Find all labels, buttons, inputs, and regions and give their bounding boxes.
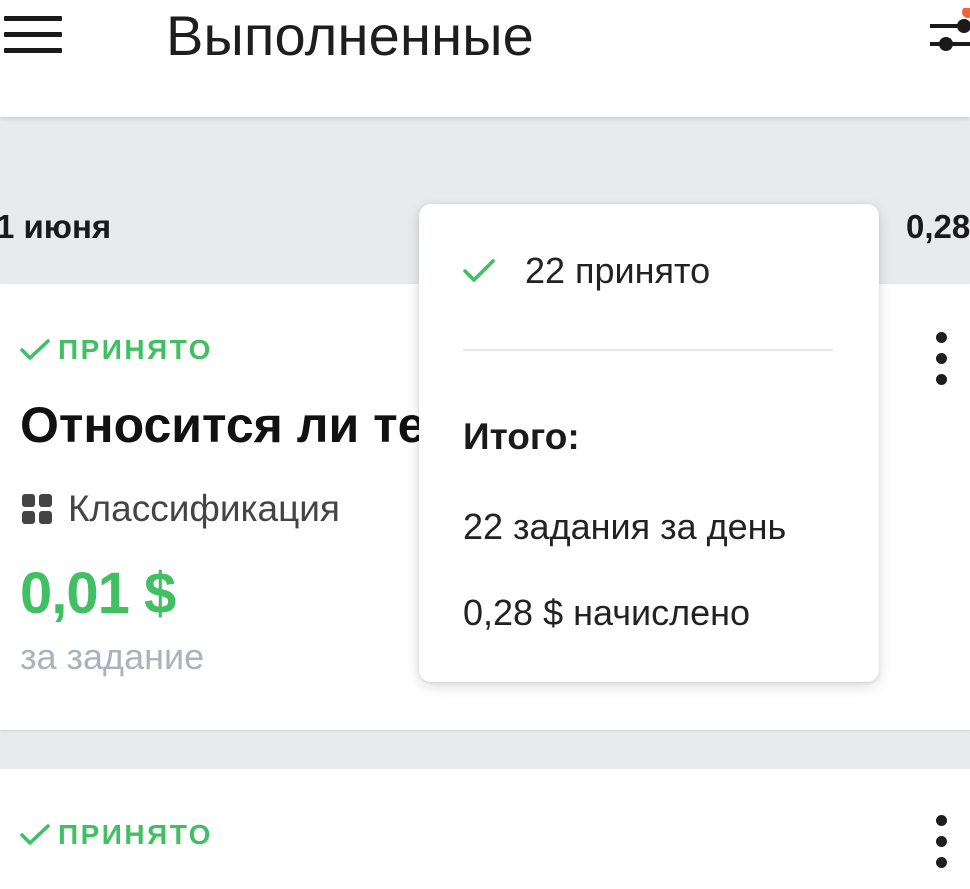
status-label: ПРИНЯТО <box>58 334 213 365</box>
day-stats-popover: 22 принято Итого: 22 задания за день 0,2… <box>419 204 879 682</box>
filter-icon[interactable] <box>928 8 970 58</box>
task-title: Относится ли те <box>20 397 426 453</box>
task-category: Классификация <box>22 488 340 530</box>
check-icon <box>20 339 50 360</box>
more-options-icon[interactable] <box>928 332 956 386</box>
status-badge: ПРИНЯТО <box>20 330 213 370</box>
category-label: Классификация <box>68 488 340 529</box>
divider <box>463 349 833 351</box>
filter-badge <box>962 8 970 18</box>
grid-icon <box>22 494 52 524</box>
day-earned-sum: 0,28 <box>906 208 970 245</box>
check-icon <box>463 259 495 282</box>
accepted-count-row: 22 принято <box>463 250 710 292</box>
page-title: Выполненные <box>166 4 535 67</box>
tasks-per-day: 22 задания за день <box>463 506 787 547</box>
task-card[interactable]: ПРИНЯТО <box>0 769 970 889</box>
price-unit: за задание <box>20 636 205 677</box>
status-label: ПРИНЯТО <box>58 819 213 850</box>
status-badge: ПРИНЯТО <box>20 815 213 855</box>
check-icon <box>20 824 50 845</box>
accepted-count: 22 принято <box>525 250 711 291</box>
more-options-icon[interactable] <box>928 815 956 869</box>
earned-amount: 0,28 $ начислено <box>463 592 750 633</box>
day-date: 1 июня <box>0 208 112 245</box>
total-title: Итого: <box>463 416 580 457</box>
app-header: Выполненные <box>0 0 970 117</box>
task-price: 0,01 $ <box>20 561 176 626</box>
menu-icon[interactable] <box>4 14 62 56</box>
